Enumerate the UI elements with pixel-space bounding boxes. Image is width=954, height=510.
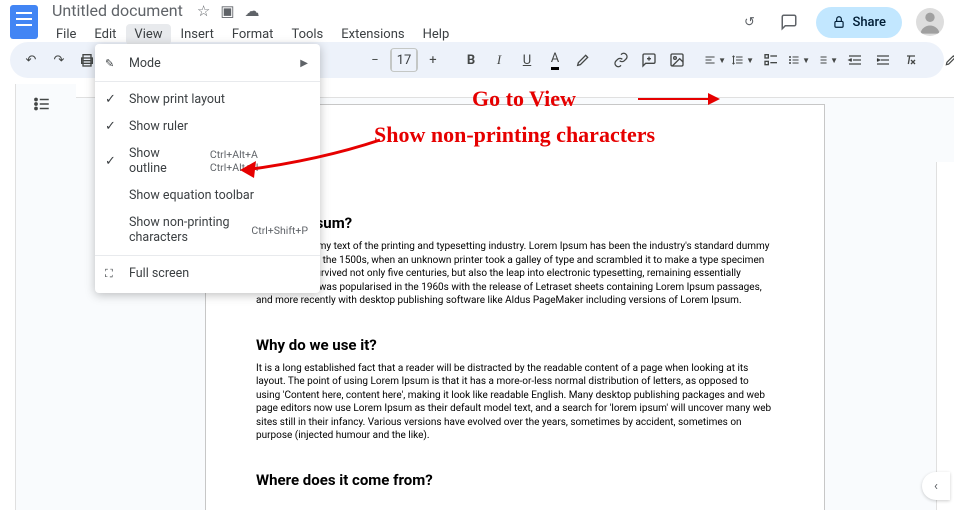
check-icon: ✓ [105,92,116,107]
side-panel [936,162,954,510]
move-icon[interactable]: ▣ [220,2,234,20]
editing-mode-button[interactable]: Editing ▼ [936,49,954,72]
menu-separator [95,81,320,82]
history-icon[interactable]: ↺ [736,9,762,35]
ruler-vertical [0,84,16,510]
check-icon: ✓ [105,154,116,169]
menu-show-outline-label: Show outline [129,146,200,176]
link-button[interactable] [608,47,634,73]
clear-format-button[interactable] [898,47,924,73]
indent-increase-button[interactable] [870,47,896,73]
menu-full-screen[interactable]: ⛶ Full screen [95,260,320,287]
menu-file[interactable]: File [48,24,84,45]
menu-help[interactable]: Help [415,24,458,45]
italic-button[interactable]: I [486,47,512,73]
shortcut-label: Ctrl+Shift+P [251,224,308,237]
comments-icon[interactable] [776,9,802,35]
side-panel-toggle[interactable]: ‹ [922,472,950,500]
titlebar: Untitled document ☆ ▣ ☁ File Edit View I… [0,0,954,38]
line-spacing-button[interactable]: ▼ [730,47,756,73]
paragraph-1[interactable]: is simply dummy text of the printing and… [256,240,774,308]
menu-edit[interactable]: Edit [86,24,124,45]
menu-show-nonprint-label: Show non-printing characters [129,215,241,245]
image-button[interactable] [664,47,690,73]
menu-mode[interactable]: ✎ Mode ▶ [95,50,320,77]
undo-button[interactable]: ↶ [18,47,44,73]
paragraph-2[interactable]: It is a long established fact that a rea… [256,362,774,443]
align-button[interactable]: ▼ [702,47,728,73]
fullscreen-icon: ⛶ [105,267,113,281]
checklist-button[interactable] [758,47,784,73]
pencil-icon: ✎ [105,57,114,70]
docs-app-icon[interactable] [10,5,38,39]
indent-decrease-button[interactable] [842,47,868,73]
annotation-arrow-right [638,98,718,100]
menu-extensions[interactable]: Extensions [333,24,412,45]
menu-show-print-label: Show print layout [129,92,225,107]
font-size-field[interactable]: 17 [390,48,418,72]
menu-mode-label: Mode [129,56,161,71]
menubar: File Edit View Insert Format Tools Exten… [48,24,457,45]
menu-separator [95,255,320,256]
menu-show-print-layout[interactable]: ✓ Show print layout [95,86,320,113]
submenu-icon: ▶ [300,58,308,69]
document-title[interactable]: Untitled document [48,0,187,22]
share-label: Share [852,15,886,30]
menu-tools[interactable]: Tools [283,24,331,45]
redo-button[interactable]: ↷ [46,47,72,73]
font-size-value[interactable]: 17 [391,49,417,71]
numbered-list-button[interactable]: ▼ [814,47,840,73]
highlight-button[interactable] [570,47,596,73]
text-color-button[interactable]: A [542,47,568,73]
menu-format[interactable]: Format [224,24,282,45]
cloud-status-icon[interactable]: ☁ [245,2,260,20]
star-icon[interactable]: ☆ [197,2,210,20]
menu-insert[interactable]: Insert [173,24,222,45]
font-size-plus[interactable]: + [420,47,446,73]
comment-button[interactable] [636,47,662,73]
menu-view[interactable]: View [126,24,170,45]
check-icon: ✓ [105,119,116,134]
menu-show-non-printing[interactable]: Show non-printing characters Ctrl+Shift+… [95,209,320,251]
bullet-list-button[interactable]: ▼ [786,47,812,73]
menu-fullscreen-label: Full screen [129,266,189,281]
heading-2[interactable]: Why do we use it? [256,336,774,354]
menu-show-ruler-label: Show ruler [129,119,188,134]
heading-3[interactable]: Where does it come from? [256,471,774,489]
underline-button[interactable]: U [514,47,540,73]
bold-button[interactable]: B [458,47,484,73]
share-button[interactable]: Share [816,7,902,38]
outline-toggle-button[interactable] [28,90,56,118]
account-avatar[interactable] [916,8,944,36]
heading-1[interactable]: Lorem Ipsum? [256,214,774,232]
font-size-minus[interactable]: − [362,47,388,73]
